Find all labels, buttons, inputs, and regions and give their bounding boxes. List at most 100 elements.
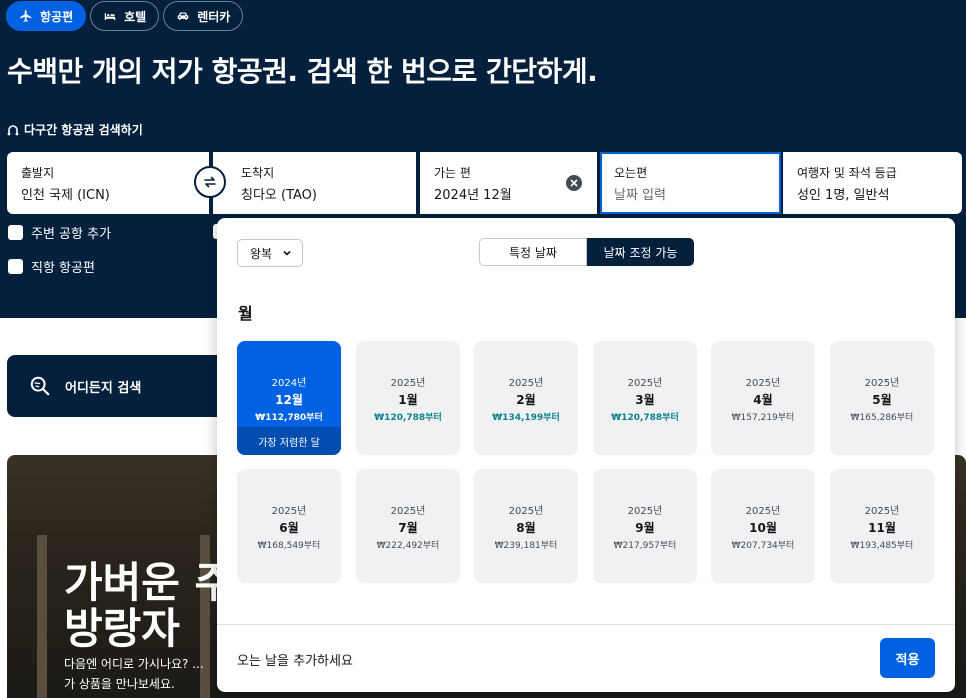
car-icon xyxy=(177,12,189,20)
travellers-value: 성인 1명, 일반석 xyxy=(797,188,890,203)
swap-icon xyxy=(204,176,216,188)
direct-flights-checkbox[interactable]: 직항 항공편 xyxy=(8,257,95,276)
month-card[interactable]: 2024년 12월 ₩112,780부터가장 저렴한 달 xyxy=(237,341,341,455)
month-card-month: 8월 xyxy=(516,521,536,535)
apply-button[interactable]: 적용 xyxy=(880,638,935,678)
month-card[interactable]: 2025년 8월 ₩239,181부터 xyxy=(474,469,578,583)
month-card-price: ₩193,485부터 xyxy=(850,541,914,551)
return-field[interactable]: 오는편 날짜 입력 xyxy=(600,152,781,214)
month-card-price: ₩165,286부터 xyxy=(850,413,914,423)
specific-date-tab[interactable]: 특정 날짜 xyxy=(479,238,587,266)
checkbox-box[interactable] xyxy=(8,259,23,274)
month-card[interactable]: 2025년 11월 ₩193,485부터 xyxy=(830,469,934,583)
month-card[interactable]: 2025년 10월 ₩207,734부터 xyxy=(711,469,815,583)
month-card-price: ₩112,780부터 xyxy=(255,413,323,423)
month-card-year: 2025년 xyxy=(627,506,663,517)
bed-icon xyxy=(104,13,116,21)
month-card[interactable]: 2025년 4월 ₩157,219부터 xyxy=(711,341,815,455)
month-card-year: 2025년 xyxy=(508,506,544,517)
month-card-year: 2025년 xyxy=(745,378,781,389)
month-card[interactable]: 2025년 5월 ₩165,286부터 xyxy=(830,341,934,455)
date-mode-toggle: 특정 날짜 날짜 조정 가능 xyxy=(479,238,694,266)
month-card-price: ₩120,788부터 xyxy=(374,413,442,423)
tab-car-hire-label: 렌터카 xyxy=(197,9,231,24)
popup-footer-divider xyxy=(217,624,955,625)
checkbox-box[interactable] xyxy=(8,225,23,240)
month-card[interactable]: 2025년 2월 ₩134,199부터 xyxy=(474,341,578,455)
month-card-month: 10월 xyxy=(749,521,777,535)
month-card-year: 2025년 xyxy=(864,506,900,517)
clear-depart-button[interactable] xyxy=(566,175,582,191)
destination-field[interactable]: 도착지 칭다오 (TAO) xyxy=(213,152,416,214)
cheapest-month-tag: 가장 저렴한 달 xyxy=(237,427,341,455)
month-section-title: 월 xyxy=(238,304,253,323)
month-card[interactable]: 2025년 3월 ₩120,788부터 xyxy=(593,341,697,455)
month-card[interactable]: 2025년 6월 ₩168,549부터 xyxy=(237,469,341,583)
month-card-price: ₩239,181부터 xyxy=(494,541,558,551)
close-icon xyxy=(570,179,578,187)
travellers-field[interactable]: 여행자 및 좌석 등급 성인 1명, 일반석 xyxy=(783,152,962,214)
tab-flights[interactable]: 항공편 xyxy=(6,1,87,31)
month-card-price: ₩157,219부터 xyxy=(731,413,795,423)
month-card-year: 2025년 xyxy=(271,506,307,517)
month-card-year: 2025년 xyxy=(745,506,781,517)
nearby-airports-checkbox[interactable]: 주변 공항 추가 xyxy=(8,223,111,242)
month-card-month: 11월 xyxy=(868,521,896,535)
travellers-label: 여행자 및 좌석 등급 xyxy=(797,166,897,180)
month-card[interactable]: 2025년 7월 ₩222,492부터 xyxy=(356,469,460,583)
hero-subtitle: 다음엔 어디로 가시나요? ... 가 상품을 만나보세요. xyxy=(64,657,204,691)
month-card-month: 1월 xyxy=(398,393,418,407)
month-card-price: ₩207,734부터 xyxy=(731,541,795,551)
page-headline: 수백만 개의 저가 항공권. 검색 한 번으로 간단하게. xyxy=(7,55,598,88)
month-card-month: 5월 xyxy=(872,393,892,407)
hero-pillar xyxy=(37,535,47,698)
month-card-price: ₩134,199부터 xyxy=(492,413,560,423)
return-placeholder: 날짜 입력 xyxy=(614,188,666,203)
month-card-month: 3월 xyxy=(635,393,655,407)
destination-label: 도착지 xyxy=(241,166,275,180)
product-tabs: 항공편 호텔 렌터카 xyxy=(6,1,244,31)
nearby-airports-label: 주변 공항 추가 xyxy=(31,227,112,242)
month-card-month: 12월 xyxy=(275,393,303,407)
month-card-month: 4월 xyxy=(753,393,773,407)
multi-city-link[interactable]: 다구간 항공권 검색하기 xyxy=(7,121,143,138)
origin-value: 인천 국제 (ICN) xyxy=(21,188,110,203)
month-card[interactable]: 2025년 9월 ₩217,957부터 xyxy=(593,469,697,583)
direct-flights-label: 직항 항공편 xyxy=(31,261,95,276)
route-icon xyxy=(7,124,19,135)
date-picker-popup: 왕복 특정 날짜 날짜 조정 가능 월 2024년 12월 ₩112,780부터가장… xyxy=(217,218,955,692)
multi-city-label: 다구간 항공권 검색하기 xyxy=(24,123,143,137)
month-card-year: 2024년 xyxy=(271,378,307,389)
return-label: 오는편 xyxy=(614,166,648,180)
hero-title: 가벼운 주 방랑자 xyxy=(64,558,234,653)
swap-locations-button[interactable] xyxy=(194,166,226,198)
month-card-month: 9월 xyxy=(635,521,655,535)
explore-label: 어디든지 검색 xyxy=(65,380,142,396)
flexible-date-tab[interactable]: 날짜 조정 가능 xyxy=(587,238,694,266)
depart-label: 가는 편 xyxy=(434,166,471,180)
explore-search-icon xyxy=(30,376,50,396)
month-card-month: 2월 xyxy=(516,393,536,407)
month-card-price: ₩217,957부터 xyxy=(613,541,677,551)
tab-hotels[interactable]: 호텔 xyxy=(90,1,160,31)
tab-flights-label: 항공편 xyxy=(40,9,74,24)
add-return-hint: 오는 날을 추가하세요 xyxy=(237,654,353,669)
trip-type-value: 왕복 xyxy=(250,246,273,261)
month-card-year: 2025년 xyxy=(864,378,900,389)
month-card[interactable]: 2025년 1월 ₩120,788부터 xyxy=(356,341,460,455)
trip-type-select[interactable]: 왕복 xyxy=(237,239,303,267)
month-card-price: ₩168,549부터 xyxy=(257,541,321,551)
plane-icon xyxy=(20,10,32,22)
tab-car-hire[interactable]: 렌터카 xyxy=(163,1,244,31)
month-card-price: ₩120,788부터 xyxy=(611,413,679,423)
month-card-month: 6월 xyxy=(279,521,299,535)
month-card-price: ₩222,492부터 xyxy=(376,541,440,551)
month-card-year: 2025년 xyxy=(390,506,426,517)
chevron-down-icon xyxy=(283,250,291,256)
origin-field[interactable]: 출발지 인천 국제 (ICN) xyxy=(7,152,209,214)
depart-value: 2024년 12월 xyxy=(434,188,512,203)
tab-hotels-label: 호텔 xyxy=(124,9,147,24)
month-card-year: 2025년 xyxy=(627,378,663,389)
month-card-month: 7월 xyxy=(398,521,418,535)
month-card-year: 2025년 xyxy=(390,378,426,389)
